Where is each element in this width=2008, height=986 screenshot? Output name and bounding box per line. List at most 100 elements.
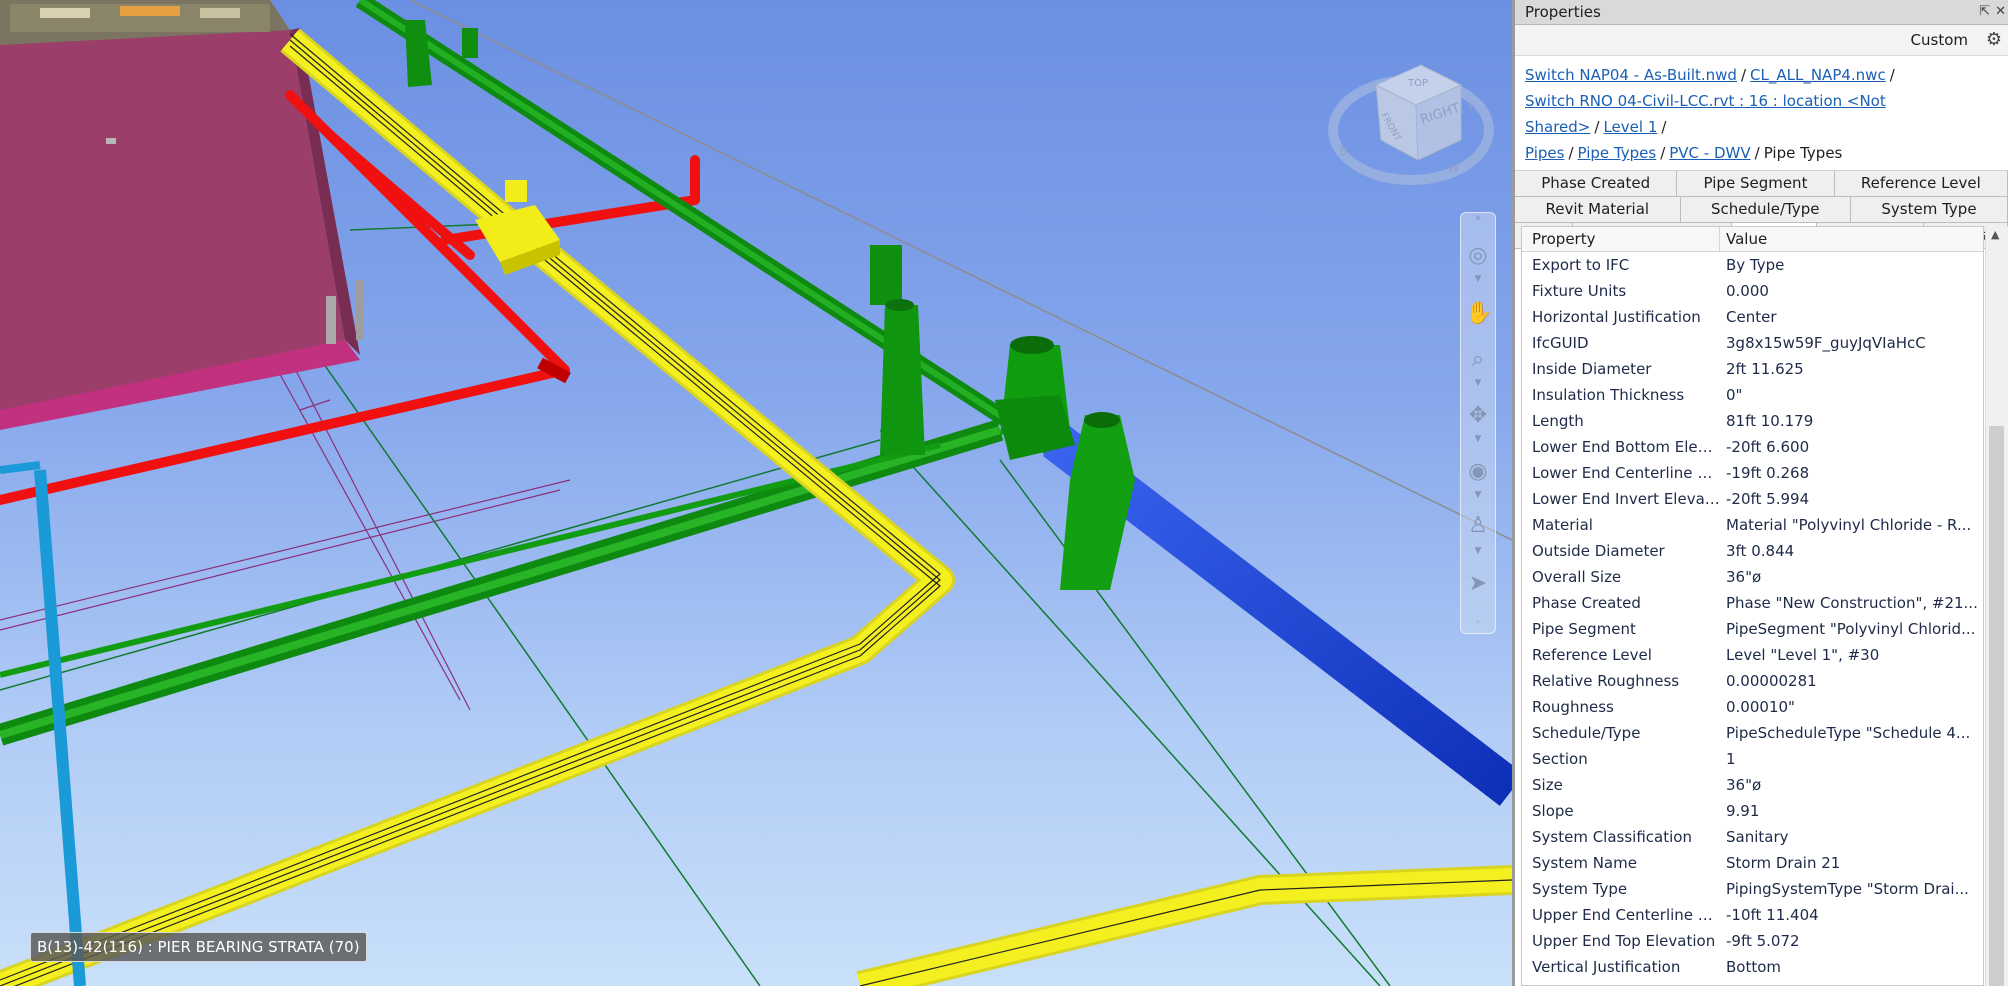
- table-row[interactable]: Roughness 0.00010": [1522, 694, 1983, 720]
- chevron-down-icon[interactable]: ▼: [1473, 547, 1483, 556]
- property-value: 36"ø: [1726, 776, 1762, 794]
- table-row[interactable]: Overall Size 36"ø: [1522, 564, 1983, 590]
- breadcrumb-link[interactable]: Pipes: [1525, 144, 1564, 162]
- breadcrumb-link[interactable]: Pipe Types: [1578, 144, 1657, 162]
- table-row[interactable]: Phase Created Phase "New Construction", #…: [1522, 590, 1983, 616]
- table-row[interactable]: IfcGUID 3g8x15w59F_guyJqVIaHcC: [1522, 330, 1983, 356]
- table-row[interactable]: System Classification Sanitary: [1522, 824, 1983, 850]
- pin-icon[interactable]: ⇱: [1979, 0, 1990, 24]
- table-row[interactable]: Insulation Thickness 0": [1522, 382, 1983, 408]
- table-row[interactable]: Fixture Units 0.000: [1522, 278, 1983, 304]
- pan-hand-icon[interactable]: ✋: [1465, 301, 1492, 327]
- zoom-icon[interactable]: ⌕: [1465, 347, 1491, 373]
- model-scene[interactable]: [0, 0, 1512, 986]
- property-value: Center: [1726, 308, 1777, 326]
- breadcrumb-link[interactable]: Switch NAP04 - As-Built.nwd: [1525, 66, 1737, 84]
- table-row[interactable]: Vertical Justification Bottom: [1522, 954, 1983, 980]
- property-name: Lower End Centerline El...: [1532, 464, 1720, 482]
- table-row[interactable]: Relative Roughness 0.00000281: [1522, 668, 1983, 694]
- table-row[interactable]: Length 81ft 10.179: [1522, 408, 1983, 434]
- table-row[interactable]: Slope 9.91: [1522, 798, 1983, 824]
- table-row[interactable]: Pipe Segment PipeSegment "Polyvinyl Chlor…: [1522, 616, 1983, 642]
- breadcrumb-link[interactable]: Level 1: [1603, 118, 1657, 136]
- chevron-down-icon[interactable]: ▼: [1473, 275, 1483, 284]
- property-value: 3g8x15w59F_guyJqVIaHcC: [1726, 334, 1926, 352]
- look-icon[interactable]: ◉: [1465, 459, 1491, 485]
- property-name: Horizontal Justification: [1532, 308, 1701, 326]
- property-value: -20ft 5.994: [1726, 490, 1810, 508]
- property-value: 81ft 10.179: [1726, 412, 1814, 430]
- table-row[interactable]: Lower End Bottom Eleva... -20ft 6.600: [1522, 434, 1983, 460]
- property-column-header[interactable]: Property: [1522, 227, 1720, 251]
- property-name: System Classification: [1532, 828, 1692, 846]
- property-name: Relative Roughness: [1532, 672, 1680, 690]
- property-value: By Type: [1726, 256, 1785, 274]
- table-row[interactable]: Upper End Top Elevation -9ft 5.072: [1522, 928, 1983, 954]
- tab-row: Revit Material Schedule/Type System Type: [1515, 197, 2008, 223]
- property-value: Phase "New Construction", #21...: [1726, 594, 1978, 612]
- value-column-header[interactable]: Value: [1720, 227, 1983, 251]
- steering-wheel-icon[interactable]: ◎: [1465, 243, 1491, 269]
- chevron-down-icon[interactable]: ▼: [1473, 435, 1483, 444]
- breadcrumb-separator: /: [1740, 66, 1747, 84]
- gear-icon[interactable]: ⚙: [1986, 25, 2002, 55]
- nav-bar-close-icon[interactable]: ✕: [1473, 215, 1483, 224]
- compass-e-label[interactable]: E: [1468, 100, 1475, 113]
- property-value: 0.00010": [1726, 698, 1795, 716]
- table-row[interactable]: Section 1: [1522, 746, 1983, 772]
- select-arrow-icon[interactable]: ➤: [1465, 571, 1491, 597]
- property-name: Material: [1532, 516, 1593, 534]
- table-row[interactable]: Upper End Centerline El... -10ft 11.404: [1522, 902, 1983, 928]
- 3d-viewport[interactable]: RIGHT TOP FRONT E S W ✕ ◎ ▼ ✋ ⌕ ▼ ✥ ▼ ◉ …: [0, 0, 1512, 986]
- table-row[interactable]: Export to IFC By Type: [1522, 252, 1983, 278]
- property-name: Upper End Top Elevation: [1532, 932, 1716, 950]
- scroll-up-icon[interactable]: ▲: [1991, 228, 1999, 241]
- property-name: Upper End Centerline El...: [1532, 906, 1720, 924]
- table-row[interactable]: Material Material "Polyvinyl Chloride - R…: [1522, 512, 1983, 538]
- table-row[interactable]: Size 36"ø: [1522, 772, 1983, 798]
- breadcrumb-separator: /: [1754, 144, 1760, 162]
- tab-system-type[interactable]: System Type: [1850, 197, 2008, 223]
- breadcrumb-link[interactable]: CL_ALL_NAP4.nwc: [1750, 66, 1886, 84]
- property-name: System Type: [1532, 880, 1628, 898]
- table-row[interactable]: Inside Diameter 2ft 11.625: [1522, 356, 1983, 382]
- property-name: Export to IFC: [1532, 256, 1630, 274]
- nav-bar-menu-icon[interactable]: ◦: [1473, 619, 1483, 628]
- property-value: -10ft 11.404: [1726, 906, 1819, 924]
- breadcrumb-line: Switch RNO 04-Civil-LCC.rvt : 16 : locat…: [1525, 88, 2000, 140]
- table-row[interactable]: Schedule/Type PipeScheduleType "Schedule …: [1522, 720, 1983, 746]
- orbit-icon[interactable]: ✥: [1465, 403, 1491, 429]
- panel-title: Properties: [1525, 3, 1601, 21]
- chevron-down-icon[interactable]: ▼: [1473, 491, 1483, 500]
- table-row[interactable]: System Name Storm Drain 21: [1522, 850, 1983, 876]
- table-row[interactable]: System Type PipingSystemType "Storm Drai.…: [1522, 876, 1983, 902]
- property-value: 0.00000281: [1726, 672, 1817, 690]
- tab-pipe-segment[interactable]: Pipe Segment: [1677, 171, 1835, 197]
- tab-phase-created[interactable]: Phase Created: [1515, 171, 1678, 197]
- panel-titlebar: Properties ⇱ ✕: [1515, 0, 2008, 25]
- property-name: Vertical Justification: [1532, 958, 1681, 976]
- properties-grid: Property Value Export to IFC By Type Fixtu…: [1521, 226, 1984, 986]
- close-icon[interactable]: ✕: [1995, 0, 2006, 24]
- breadcrumb-link[interactable]: Switch RNO 04-Civil-LCC.rvt : 16 : locat…: [1525, 92, 1886, 136]
- compass-w-label[interactable]: W: [1448, 162, 1459, 175]
- tab-reference-level[interactable]: Reference Level: [1834, 171, 2008, 197]
- table-row[interactable]: Reference Level Level "Level 1", #30: [1522, 642, 1983, 668]
- walk-icon[interactable]: ♙: [1465, 513, 1491, 539]
- table-row[interactable]: Outside Diameter 3ft 0.844: [1522, 538, 1983, 564]
- table-row[interactable]: Lower End Centerline El... -19ft 0.268: [1522, 460, 1983, 486]
- view-cube[interactable]: RIGHT TOP FRONT E S W: [1326, 50, 1496, 190]
- breadcrumb: Switch NAP04 - As-Built.nwd / CL_ALL_NAP4.…: [1515, 56, 2008, 170]
- tab-schedule-type[interactable]: Schedule/Type: [1680, 197, 1851, 223]
- chevron-down-icon[interactable]: ▼: [1473, 379, 1483, 388]
- property-value: 0": [1726, 386, 1743, 404]
- view-cube-top-label[interactable]: TOP: [1407, 78, 1428, 89]
- scroll-thumb[interactable]: [1989, 426, 2004, 986]
- compass-s-label[interactable]: S: [1340, 145, 1347, 158]
- table-row[interactable]: Horizontal Justification Center: [1522, 304, 1983, 330]
- scrollbar[interactable]: ▲: [1985, 226, 2008, 986]
- breadcrumb-link[interactable]: PVC - DWV: [1669, 144, 1750, 162]
- property-name: Overall Size: [1532, 568, 1622, 586]
- table-row[interactable]: Lower End Invert Elevat... -20ft 5.994: [1522, 486, 1983, 512]
- tab-revit-material[interactable]: Revit Material: [1515, 197, 1681, 223]
